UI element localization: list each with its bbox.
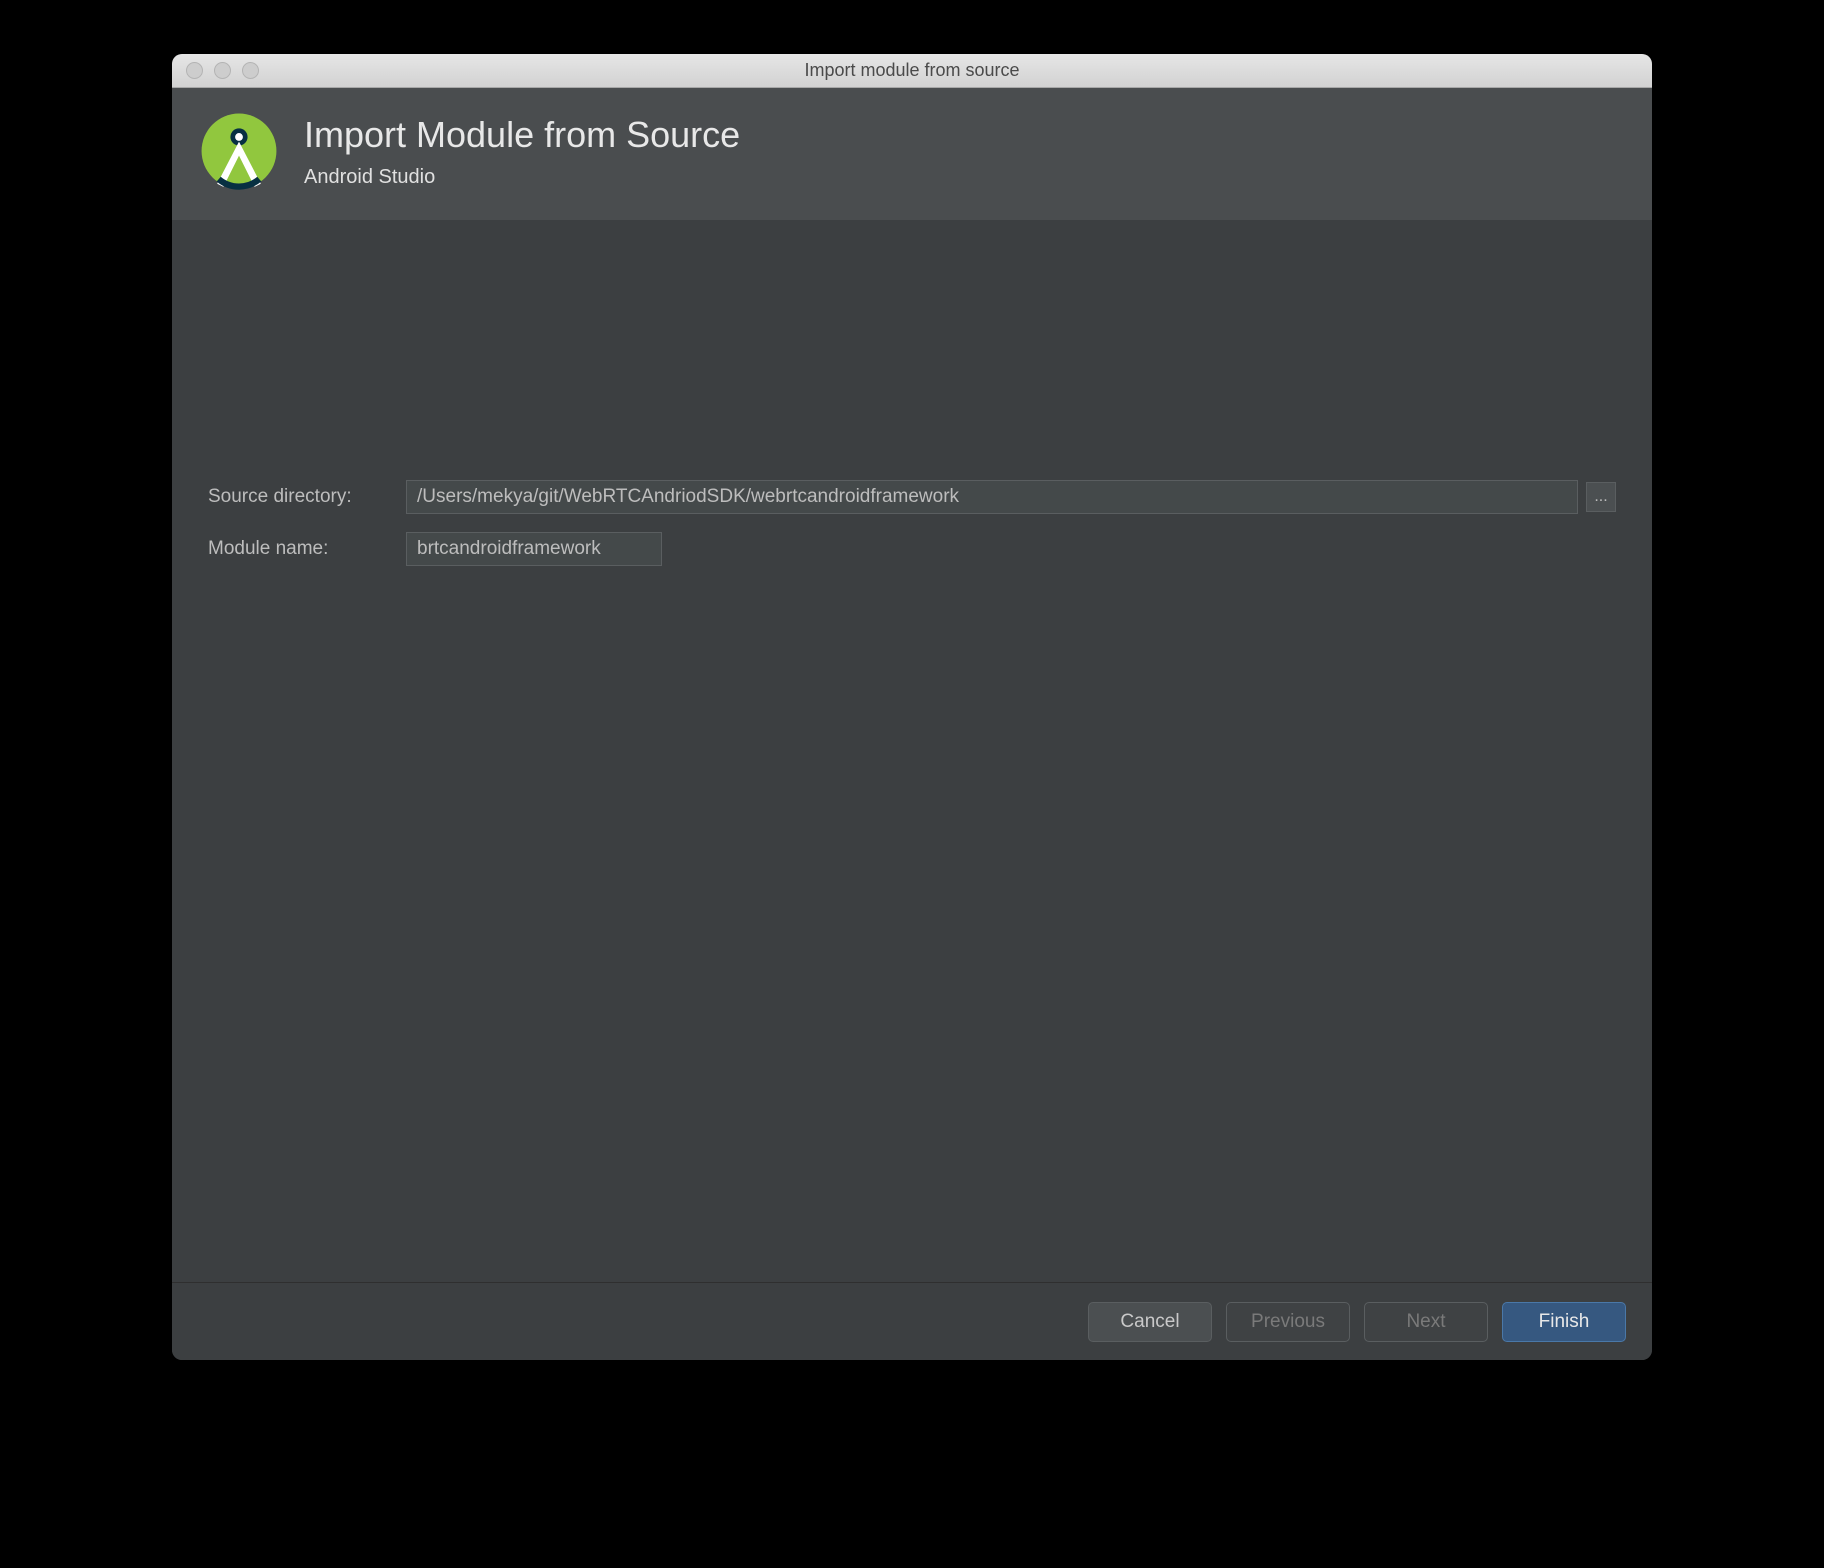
titlebar: Import module from source	[172, 54, 1652, 88]
minimize-window-button[interactable]	[214, 62, 231, 79]
source-directory-label: Source directory:	[208, 486, 388, 508]
android-studio-logo-icon	[200, 112, 278, 190]
dialog-title: Import Module from Source	[304, 114, 740, 156]
dialog-footer: Cancel Previous Next Finish	[172, 1282, 1652, 1360]
dialog-window: Import module from source Import Module …	[172, 54, 1652, 1360]
source-directory-input[interactable]	[406, 480, 1578, 514]
module-name-row: Module name:	[208, 532, 1616, 566]
browse-button[interactable]: ...	[1586, 482, 1616, 512]
close-window-button[interactable]	[186, 62, 203, 79]
module-name-input[interactable]	[406, 532, 662, 566]
previous-button: Previous	[1226, 1302, 1350, 1342]
dialog-content: Source directory: ... Module name:	[172, 220, 1652, 1282]
dialog-header: Import Module from Source Android Studio	[172, 88, 1652, 220]
source-directory-row: Source directory: ...	[208, 480, 1616, 514]
next-button: Next	[1364, 1302, 1488, 1342]
cancel-button[interactable]: Cancel	[1088, 1302, 1212, 1342]
dialog-subtitle: Android Studio	[304, 166, 740, 189]
window-controls	[186, 62, 259, 79]
window-title: Import module from source	[172, 60, 1652, 81]
header-text: Import Module from Source Android Studio	[304, 114, 740, 189]
finish-button[interactable]: Finish	[1502, 1302, 1626, 1342]
module-name-label: Module name:	[208, 538, 388, 560]
zoom-window-button[interactable]	[242, 62, 259, 79]
